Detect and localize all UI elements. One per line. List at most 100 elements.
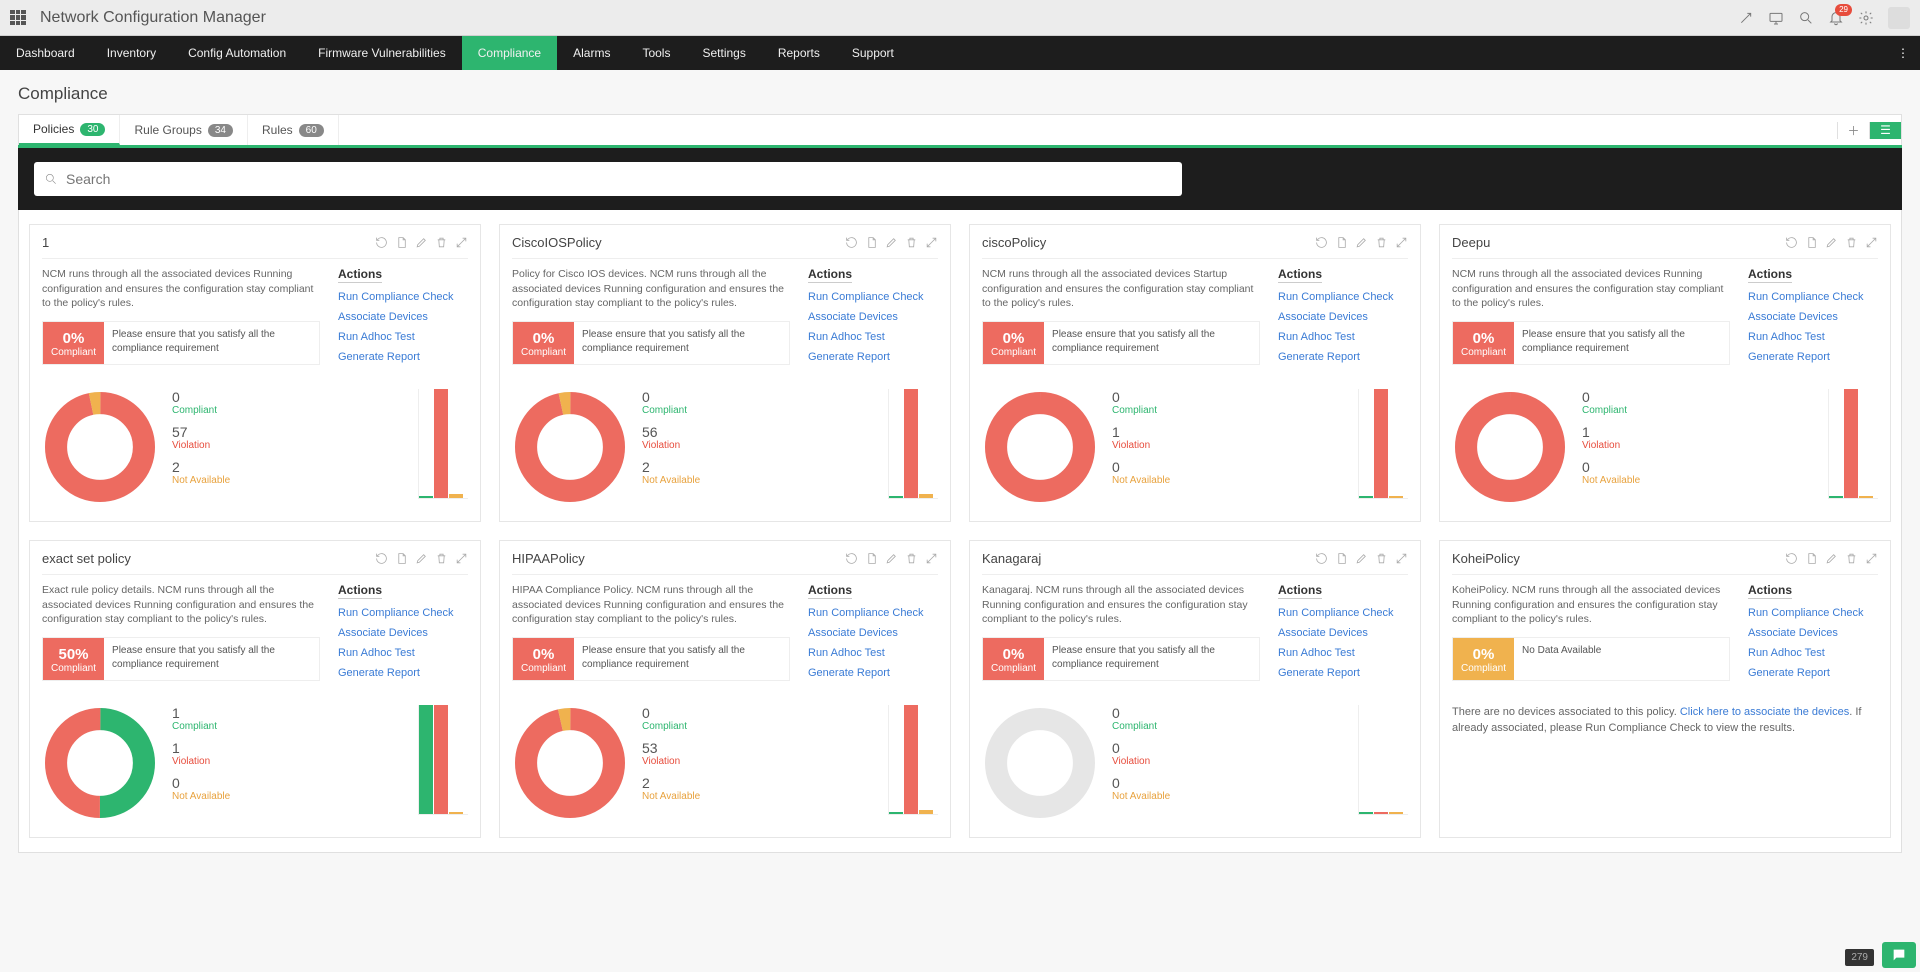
export-icon[interactable] [865,236,878,249]
delete-icon[interactable] [435,236,448,249]
edit-icon[interactable] [1825,552,1838,565]
action-generate[interactable]: Generate Report [1748,351,1878,363]
refresh-icon[interactable] [1315,552,1328,565]
edit-icon[interactable] [1825,236,1838,249]
page: Compliance Policies30Rule Groups34Rules6… [0,70,1920,867]
menu-button[interactable]: ☰ [1869,122,1901,139]
action-generate[interactable]: Generate Report [338,351,468,363]
action-associate[interactable]: Associate Devices [338,311,468,323]
refresh-icon[interactable] [1785,236,1798,249]
edit-icon[interactable] [415,236,428,249]
expand-icon[interactable] [1865,552,1878,565]
export-icon[interactable] [1335,236,1348,249]
delete-icon[interactable] [435,552,448,565]
action-run-adhoc[interactable]: Run Adhoc Test [1748,647,1878,659]
delete-icon[interactable] [1845,552,1858,565]
nav-item-compliance[interactable]: Compliance [462,36,557,70]
quick-action-icon[interactable] [1738,10,1754,26]
action-associate[interactable]: Associate Devices [1748,627,1878,639]
action-associate[interactable]: Associate Devices [1278,311,1408,323]
search-box[interactable] [34,162,1182,196]
tab-policies[interactable]: Policies30 [19,115,120,145]
chat-fab[interactable] [1882,942,1916,968]
nav-item-settings[interactable]: Settings [686,36,761,70]
action-run-compliance[interactable]: Run Compliance Check [808,607,938,619]
bell-icon[interactable]: 29 [1828,10,1844,26]
add-button[interactable]: ＋ [1837,122,1869,139]
delete-icon[interactable] [1845,236,1858,249]
action-associate[interactable]: Associate Devices [1278,627,1408,639]
tab-rules[interactable]: Rules60 [248,115,339,145]
delete-icon[interactable] [905,236,918,249]
action-generate[interactable]: Generate Report [1278,667,1408,679]
action-generate[interactable]: Generate Report [1748,667,1878,679]
delete-icon[interactable] [905,552,918,565]
expand-icon[interactable] [455,552,468,565]
action-run-adhoc[interactable]: Run Adhoc Test [1278,331,1408,343]
refresh-icon[interactable] [845,552,858,565]
expand-icon[interactable] [925,552,938,565]
action-associate[interactable]: Associate Devices [1748,311,1878,323]
action-associate[interactable]: Associate Devices [808,311,938,323]
action-run-compliance[interactable]: Run Compliance Check [1278,291,1408,303]
edit-icon[interactable] [1355,236,1368,249]
export-icon[interactable] [395,552,408,565]
edit-icon[interactable] [415,552,428,565]
action-generate[interactable]: Generate Report [338,667,468,679]
action-generate[interactable]: Generate Report [808,351,938,363]
edit-icon[interactable] [885,236,898,249]
avatar[interactable] [1888,7,1910,29]
refresh-icon[interactable] [375,552,388,565]
action-run-compliance[interactable]: Run Compliance Check [1278,607,1408,619]
refresh-icon[interactable] [1315,236,1328,249]
export-icon[interactable] [1805,236,1818,249]
nav-item-alarms[interactable]: Alarms [557,36,626,70]
refresh-icon[interactable] [845,236,858,249]
action-run-compliance[interactable]: Run Compliance Check [1748,607,1878,619]
action-run-compliance[interactable]: Run Compliance Check [1748,291,1878,303]
nav-item-tools[interactable]: Tools [626,36,686,70]
delete-icon[interactable] [1375,552,1388,565]
nav-item-dashboard[interactable]: Dashboard [0,36,91,70]
action-generate[interactable]: Generate Report [1278,351,1408,363]
expand-icon[interactable] [1395,552,1408,565]
edit-icon[interactable] [1355,552,1368,565]
expand-icon[interactable] [1395,236,1408,249]
nav-item-config-automation[interactable]: Config Automation [172,36,302,70]
tab-rule-groups[interactable]: Rule Groups34 [120,115,248,145]
search-input[interactable] [66,171,1172,187]
action-associate[interactable]: Associate Devices [338,627,468,639]
refresh-icon[interactable] [1785,552,1798,565]
apps-menu-icon[interactable] [10,10,26,26]
action-run-adhoc[interactable]: Run Adhoc Test [808,647,938,659]
associate-devices-link[interactable]: Click here to associate the devices [1680,706,1849,718]
nav-item-reports[interactable]: Reports [762,36,836,70]
export-icon[interactable] [395,236,408,249]
delete-icon[interactable] [1375,236,1388,249]
action-run-adhoc[interactable]: Run Adhoc Test [338,647,468,659]
action-run-adhoc[interactable]: Run Adhoc Test [808,331,938,343]
refresh-icon[interactable] [375,236,388,249]
action-run-adhoc[interactable]: Run Adhoc Test [1748,331,1878,343]
edit-icon[interactable] [885,552,898,565]
presentation-icon[interactable] [1768,10,1784,26]
action-generate[interactable]: Generate Report [808,667,938,679]
search-icon[interactable] [1798,10,1814,26]
action-run-adhoc[interactable]: Run Adhoc Test [338,331,468,343]
expand-icon[interactable] [1865,236,1878,249]
export-icon[interactable] [1335,552,1348,565]
nav-more-icon[interactable]: ⋮ [1886,36,1920,70]
action-run-compliance[interactable]: Run Compliance Check [338,607,468,619]
action-run-compliance[interactable]: Run Compliance Check [338,291,468,303]
export-icon[interactable] [865,552,878,565]
gear-icon[interactable] [1858,10,1874,26]
action-run-compliance[interactable]: Run Compliance Check [808,291,938,303]
action-associate[interactable]: Associate Devices [808,627,938,639]
nav-item-inventory[interactable]: Inventory [91,36,172,70]
expand-icon[interactable] [455,236,468,249]
nav-item-firmware-vulnerabilities[interactable]: Firmware Vulnerabilities [302,36,462,70]
expand-icon[interactable] [925,236,938,249]
nav-item-support[interactable]: Support [836,36,910,70]
export-icon[interactable] [1805,552,1818,565]
action-run-adhoc[interactable]: Run Adhoc Test [1278,647,1408,659]
